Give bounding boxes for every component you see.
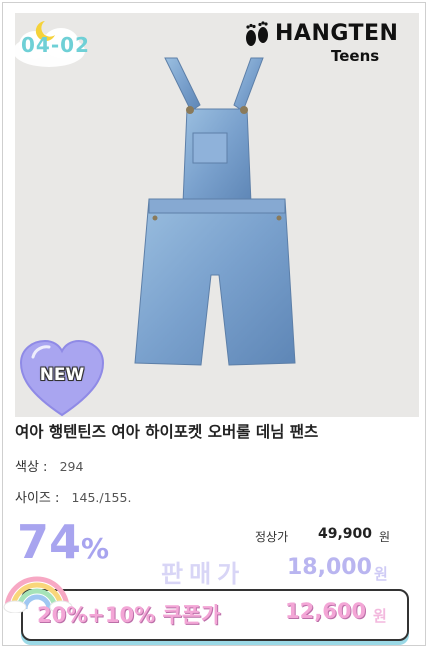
discount-symbol: % — [81, 532, 110, 565]
size-label: 사이즈 : — [15, 491, 60, 506]
brand-name: HANGTEN — [275, 21, 399, 46]
new-badge-label: NEW — [39, 365, 85, 385]
discount-number: 74 — [17, 515, 82, 569]
sale-price-label: 판매가 — [161, 560, 246, 588]
sale-price-unit: 원 — [374, 565, 388, 583]
size-row: 사이즈 : 145./155. — [15, 487, 131, 506]
new-badge: NEW — [19, 339, 105, 419]
footprints-icon — [246, 21, 268, 46]
coupon-price-unit: 원 — [373, 607, 387, 625]
brand-subline: Teens — [331, 47, 380, 65]
coupon-price-label: 20%+10% 쿠폰가 — [37, 603, 221, 627]
brand-logo[interactable]: HANGTEN Teens — [239, 15, 409, 69]
product-title[interactable]: 여아 행텐틴즈 여아 하이포켓 오버롤 데님 팬츠 — [15, 420, 419, 442]
color-row: 색상 : 294 — [15, 456, 83, 475]
original-price-unit: 원 — [379, 530, 391, 544]
date-label: 04-02 — [21, 33, 90, 57]
color-label: 색상 : — [15, 460, 48, 475]
date-tag: 04-02 — [9, 13, 109, 73]
sale-price: 18,000 — [287, 555, 372, 580]
original-price-label: 정상가 — [255, 530, 289, 544]
discount-rate: 74% — [17, 519, 109, 572]
product-card[interactable]: 04-02 HANGTEN Teens NEW 여아 행텐틴즈 여아 하이포켓 … — [2, 2, 426, 646]
coupon-price: 12,600 — [285, 599, 367, 623]
color-value: 294 — [59, 459, 84, 474]
original-price: 49,900 — [318, 526, 373, 542]
size-value: 145./155. — [71, 490, 132, 505]
